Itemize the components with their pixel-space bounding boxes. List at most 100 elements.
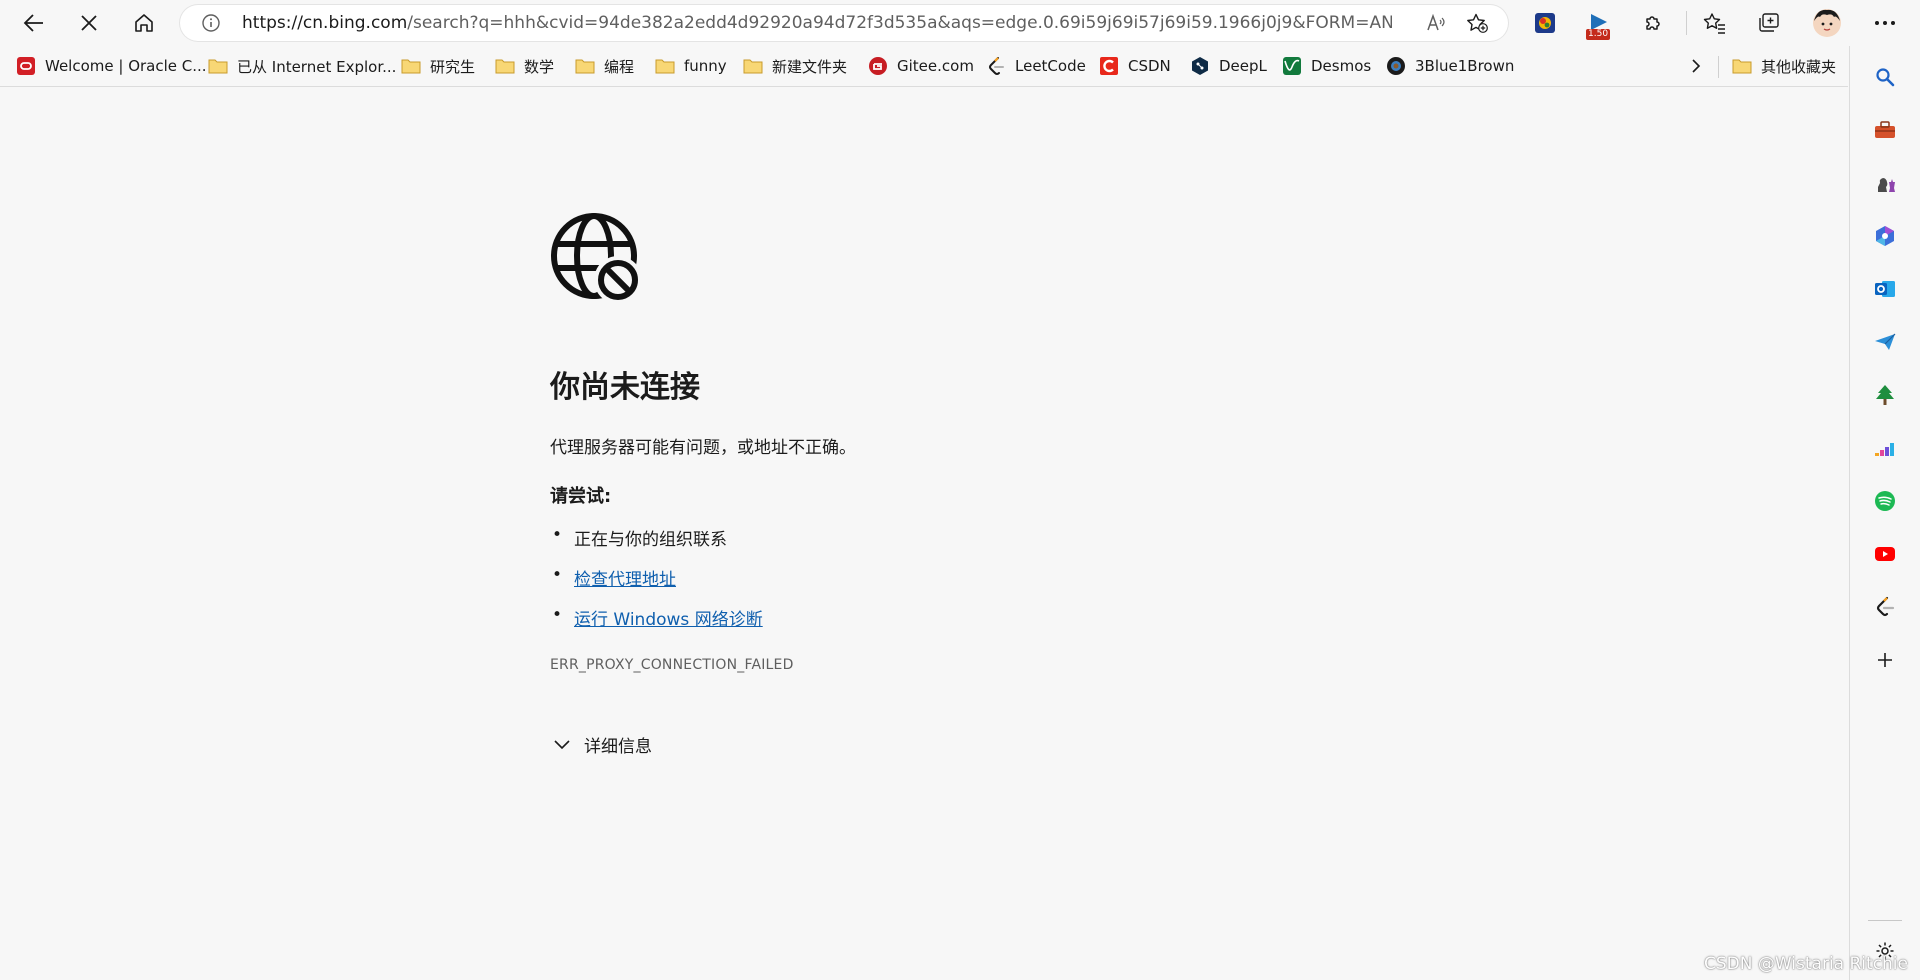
bookmark-label: 已从 Internet Explor... (237, 57, 397, 76)
paper-plane-icon (1875, 333, 1896, 350)
bullet: • (552, 565, 563, 585)
watermark-text: CSDN @Wistaria Ritchie (1703, 954, 1908, 974)
sidebar-divider (1868, 920, 1902, 921)
bookmark-deepl[interactable]: DeepL (1190, 55, 1267, 77)
spotify-icon (1875, 491, 1895, 511)
sidebar-youtube-button[interactable] (1868, 537, 1902, 571)
bookmark-3blue1brown[interactable]: 3Blue1Brown (1386, 55, 1514, 77)
extension-colorful-icon[interactable] (1530, 8, 1560, 38)
url-text[interactable]: https://cn.bing.com/search?q=hhh&cvid=94… (242, 5, 1392, 41)
details-label: 详细信息 (584, 737, 652, 757)
try-heading: 请尝试: (550, 486, 612, 507)
extensions-puzzle-icon[interactable] (1638, 8, 1668, 38)
chess-piece-icon (1878, 178, 1895, 192)
url-host: https://cn.bing.com (242, 13, 408, 33)
folder-icon (495, 56, 515, 76)
chevron-down-icon (550, 733, 574, 757)
details-toggle[interactable]: 详细信息 (550, 732, 652, 757)
deepl-icon (1190, 56, 1210, 76)
site-info-icon[interactable] (202, 14, 220, 32)
bookmark-label: Desmos (1311, 57, 1372, 75)
bookmark-label: 新建文件夹 (772, 57, 848, 76)
bookmark-folder-programming[interactable]: 编程 (575, 55, 634, 77)
folder-icon (575, 56, 595, 76)
bookmark-folder-math[interactable]: 数学 (495, 55, 554, 77)
equalizer-icon (1875, 443, 1894, 456)
search-icon (1876, 68, 1895, 87)
bookmark-folder-funny[interactable]: funny (655, 55, 727, 77)
bookmark-desmos[interactable]: Desmos (1282, 55, 1371, 77)
bookmark-label: 编程 (604, 57, 635, 76)
bookmark-other-favorites[interactable]: 其他收藏夹 (1732, 55, 1836, 77)
bookmark-label: CSDN (1128, 57, 1171, 75)
outlook-icon (1875, 281, 1895, 297)
toolbar-divider (1686, 11, 1687, 35)
bookmark-label: Gitee.com (897, 57, 974, 75)
gitee-icon (868, 56, 888, 76)
network-diagnostics-link[interactable]: 运行 Windows 网络诊断 (574, 610, 763, 630)
folder-icon (1732, 56, 1752, 76)
bookmark-csdn[interactable]: CSDN (1099, 55, 1171, 77)
profile-avatar[interactable] (1810, 6, 1844, 40)
add-favorite-icon[interactable] (1466, 13, 1488, 33)
suggestion-contact-org: 正在与你的组织联系 (574, 530, 727, 550)
sidebar-send-button[interactable] (1868, 325, 1902, 359)
home-icon (135, 14, 153, 32)
sidebar-add-button[interactable] (1868, 643, 1902, 677)
bookmark-folder-ie[interactable]: 已从 Internet Explor... (208, 55, 396, 77)
oracle-icon (16, 56, 36, 76)
bookmark-label: 数学 (524, 57, 555, 76)
close-icon (81, 15, 97, 31)
bookmark-label: funny (684, 57, 727, 75)
address-bar[interactable]: https://cn.bing.com/search?q=hhh&cvid=94… (180, 5, 1508, 41)
settings-more-icon[interactable] (1870, 8, 1900, 38)
plus-icon (1878, 653, 1892, 667)
check-proxy-link[interactable]: 检查代理地址 (574, 570, 676, 590)
bookmark-label: LeetCode (1015, 57, 1086, 75)
favorites-icon[interactable] (1700, 8, 1730, 38)
bookmark-label: 研究生 (430, 57, 476, 76)
bookmark-oracle[interactable]: Welcome | Oracle C... (16, 55, 207, 77)
edge-sidebar (1849, 46, 1920, 980)
bookmark-gitee[interactable]: Gitee.com (868, 55, 974, 77)
sidebar-search-button[interactable] (1868, 60, 1902, 94)
back-button[interactable] (14, 4, 54, 42)
leetcode-icon (1876, 596, 1895, 617)
sidebar-games-button[interactable] (1868, 166, 1902, 200)
bullet: • (552, 605, 563, 625)
leetcode-icon (986, 56, 1006, 76)
read-aloud-icon[interactable] (1426, 14, 1446, 32)
favorites-bar: Welcome | Oracle C... 已从 Internet Explor… (0, 46, 1848, 87)
back-arrow-icon (23, 14, 43, 32)
bookmark-folder-new[interactable]: 新建文件夹 (743, 55, 847, 77)
error-title: 你尚未连接 (550, 370, 700, 405)
folder-icon (401, 56, 421, 76)
bookmark-folder-graduate[interactable]: 研究生 (401, 55, 475, 77)
extension-video-speed-icon[interactable]: 1.50 (1584, 8, 1614, 40)
bookmark-label: 其他收藏夹 (1761, 57, 1837, 76)
bookmark-leetcode[interactable]: LeetCode (986, 55, 1086, 77)
collections-icon[interactable] (1754, 8, 1784, 38)
csdn-icon (1099, 56, 1119, 76)
url-path: /search?q=hhh&cvid=94de382a2edd4d92920a9… (407, 13, 1392, 33)
toolbox-icon (1875, 121, 1895, 138)
tree-icon (1876, 385, 1894, 405)
sidebar-m365-button[interactable] (1868, 219, 1902, 253)
sidebar-tools-button[interactable] (1868, 113, 1902, 147)
sidebar-leetcode-button[interactable] (1868, 590, 1902, 624)
sidebar-tree-button[interactable] (1868, 378, 1902, 412)
sidebar-outlook-button[interactable] (1868, 272, 1902, 306)
sidebar-deezer-button[interactable] (1868, 431, 1902, 465)
chevron-right-icon[interactable] (1686, 56, 1706, 76)
browser-toolbar: https://cn.bing.com/search?q=hhh&cvid=94… (0, 0, 1920, 46)
folder-icon (743, 56, 763, 76)
extension-badge: 1.50 (1586, 29, 1611, 40)
3blue1brown-icon (1386, 56, 1406, 76)
bookmark-label: 3Blue1Brown (1415, 57, 1515, 75)
home-button[interactable] (124, 4, 164, 42)
stop-loading-button[interactable] (69, 4, 109, 42)
microsoft-365-icon (1876, 226, 1894, 246)
bookmarks-divider (1718, 56, 1719, 78)
sidebar-spotify-button[interactable] (1868, 484, 1902, 518)
folder-icon (655, 56, 675, 76)
